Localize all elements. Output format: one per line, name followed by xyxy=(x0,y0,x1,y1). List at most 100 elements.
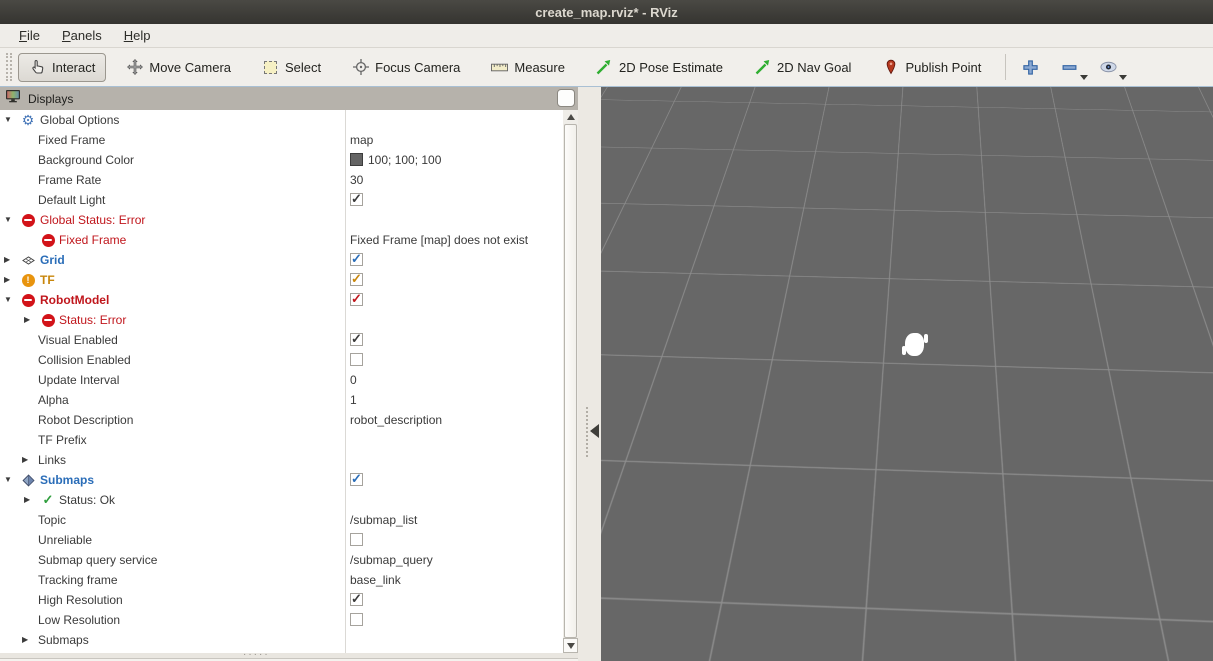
display-row[interactable]: TF Prefix xyxy=(0,430,563,450)
tool-interact-button[interactable]: Interact xyxy=(18,53,106,82)
row-value[interactable]: map xyxy=(350,130,373,150)
row-checkbox[interactable]: ✓ xyxy=(350,273,363,286)
3d-viewport[interactable] xyxy=(601,87,1213,661)
tool-measure-button[interactable]: Measure xyxy=(480,53,576,82)
expand-arrow-icon[interactable]: ▶ xyxy=(24,310,30,330)
display-row[interactable]: Fixed Frame map xyxy=(0,130,563,150)
menu-file[interactable]: File xyxy=(8,24,51,47)
menu-help[interactable]: Help xyxy=(113,24,162,47)
robot-model xyxy=(902,332,928,358)
row-value[interactable]: 30 xyxy=(350,170,363,190)
collapse-arrow-icon[interactable]: ▼ xyxy=(4,210,12,230)
display-row[interactable]: Update Interval0 xyxy=(0,370,563,390)
collapse-arrow-icon[interactable]: ▼ xyxy=(4,110,12,130)
camera-view-button[interactable] xyxy=(1096,55,1121,80)
panel-splitter[interactable] xyxy=(578,87,601,661)
tool-2d-pose-estimate-button[interactable]: 2D Pose Estimate xyxy=(585,53,734,82)
checkmark-icon: ✓ xyxy=(351,589,362,609)
collapse-left-icon[interactable] xyxy=(590,424,599,438)
row-value[interactable]: 100; 100; 100 xyxy=(350,150,441,170)
display-row[interactable]: High Resolution✓ xyxy=(0,590,563,610)
panel-float-button[interactable] xyxy=(557,89,575,107)
zoom-out-button[interactable] xyxy=(1057,55,1082,80)
display-row[interactable]: Topic/submap_list xyxy=(0,510,563,530)
scrollbar-thumb[interactable] xyxy=(564,124,577,638)
error-icon xyxy=(21,293,35,307)
row-checkbox[interactable]: ✓ xyxy=(350,293,363,306)
splitter-grip xyxy=(586,407,588,457)
row-value[interactable]: base_link xyxy=(350,570,401,590)
display-row[interactable]: ▼RobotModel✓ xyxy=(0,290,563,310)
expand-arrow-icon[interactable]: ▶ xyxy=(22,450,28,470)
display-row[interactable]: ▶Status: Error xyxy=(0,310,563,330)
display-row[interactable]: Submap query service/submap_query xyxy=(0,550,563,570)
collapse-arrow-icon[interactable]: ▼ xyxy=(4,470,12,490)
display-row[interactable]: ▼Submaps✓ xyxy=(0,470,563,490)
display-row[interactable]: Unreliable xyxy=(0,530,563,550)
display-row[interactable]: Alpha1 xyxy=(0,390,563,410)
move-arrows-icon xyxy=(126,59,143,76)
row-value[interactable]: /submap_list xyxy=(350,510,417,530)
display-row[interactable]: Tracking framebase_link xyxy=(0,570,563,590)
row-label: TF xyxy=(40,270,55,290)
zoom-in-button[interactable] xyxy=(1018,55,1043,80)
row-value[interactable]: 0 xyxy=(350,370,357,390)
display-row[interactable]: ▶! TF ✓ xyxy=(0,270,563,290)
color-swatch[interactable] xyxy=(350,153,363,166)
row-label: Global Options xyxy=(40,110,119,130)
display-row[interactable]: Default Light✓ xyxy=(0,190,563,210)
warning-icon: ! xyxy=(21,273,35,287)
row-checkbox[interactable]: ✓ xyxy=(350,473,363,486)
scroll-up-icon[interactable] xyxy=(563,110,578,124)
display-row[interactable]: Visual Enabled✓ xyxy=(0,330,563,350)
menu-panels[interactable]: Panels xyxy=(51,24,113,47)
row-checkbox[interactable] xyxy=(350,353,363,366)
display-row[interactable]: Robot Descriptionrobot_description xyxy=(0,410,563,430)
rviz-window: create_map.rviz* - RViz File Panels Help… xyxy=(0,0,1213,661)
row-checkbox[interactable] xyxy=(350,533,363,546)
row-label: Fixed Frame xyxy=(38,130,105,150)
displays-panel: Displays ▼⚙Global OptionsFixed Frame mapB… xyxy=(0,87,578,661)
tool-move-camera-button[interactable]: Move Camera xyxy=(115,53,242,82)
tool-label: Select xyxy=(285,60,321,75)
display-row[interactable]: Collision Enabled xyxy=(0,350,563,370)
row-checkbox[interactable]: ✓ xyxy=(350,593,363,606)
row-value[interactable]: Fixed Frame [map] does not exist xyxy=(350,230,528,250)
checkmark-icon: ✓ xyxy=(351,329,362,349)
row-checkbox[interactable]: ✓ xyxy=(350,253,363,266)
displays-panel-header[interactable]: Displays xyxy=(0,87,578,110)
tool-select-button[interactable]: Select xyxy=(251,53,332,82)
row-value[interactable]: robot_description xyxy=(350,410,442,430)
row-value[interactable]: 1 xyxy=(350,390,357,410)
display-row[interactable]: ▶✓Status: Ok xyxy=(0,490,563,510)
collapse-arrow-icon[interactable]: ▼ xyxy=(4,290,12,310)
tool-label: Focus Camera xyxy=(375,60,460,75)
display-row[interactable]: ▶Grid✓ xyxy=(0,250,563,270)
row-checkbox[interactable]: ✓ xyxy=(350,193,363,206)
display-row[interactable]: ▼ Global Status: Error xyxy=(0,210,563,230)
row-value[interactable]: /submap_query xyxy=(350,550,433,570)
error-icon xyxy=(21,213,35,227)
expand-arrow-icon[interactable]: ▶ xyxy=(22,630,28,650)
display-row[interactable]: Background Color100; 100; 100 xyxy=(0,150,563,170)
checkmark-icon: ✓ xyxy=(351,469,362,489)
tool-publish-point-button[interactable]: Publish Point xyxy=(871,53,992,82)
display-row[interactable]: Fixed FrameFixed Frame [map] does not ex… xyxy=(0,230,563,250)
expand-arrow-icon[interactable]: ▶ xyxy=(24,490,30,510)
vertical-scrollbar[interactable] xyxy=(563,110,578,653)
tool-2d-nav-goal-button[interactable]: 2D Nav Goal xyxy=(743,53,862,82)
display-row[interactable]: Frame Rate30 xyxy=(0,170,563,190)
scroll-down-icon[interactable] xyxy=(563,638,578,653)
toolbar-grip[interactable] xyxy=(6,53,12,81)
expand-arrow-icon[interactable]: ▶ xyxy=(4,250,10,270)
row-checkbox[interactable] xyxy=(350,613,363,626)
expand-arrow-icon[interactable]: ▶ xyxy=(4,270,10,290)
row-checkbox[interactable]: ✓ xyxy=(350,333,363,346)
row-label: Global Status: Error xyxy=(40,210,145,230)
display-row[interactable]: ▶Links xyxy=(0,450,563,470)
display-row[interactable]: Low Resolution xyxy=(0,610,563,630)
display-row[interactable]: ▼⚙Global Options xyxy=(0,110,563,130)
display-row[interactable]: ▶Submaps xyxy=(0,630,563,650)
tool-focus-camera-button[interactable]: Focus Camera xyxy=(341,53,471,82)
titlebar[interactable]: create_map.rviz* - RViz xyxy=(0,0,1213,24)
